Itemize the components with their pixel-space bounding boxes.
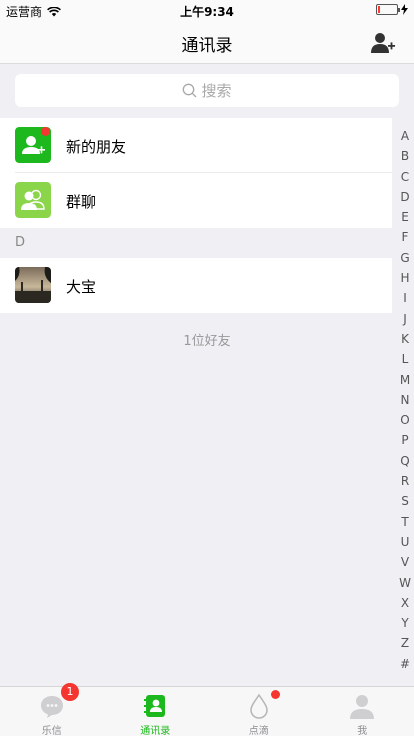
person-icon <box>350 695 375 719</box>
add-user-icon[interactable] <box>370 31 396 55</box>
search-input[interactable]: 搜索 <box>15 74 399 107</box>
index-letter[interactable]: P <box>398 430 412 450</box>
status-bar: 运营商 上午9:34 <box>0 0 414 20</box>
index-letter[interactable]: U <box>398 532 412 552</box>
index-letter[interactable]: F <box>398 227 412 247</box>
index-letter[interactable]: A <box>398 126 412 146</box>
tab-messages-label: 乐信 <box>41 726 62 736</box>
index-letter[interactable]: K <box>398 329 412 349</box>
new-friend-dot <box>41 127 50 136</box>
friend-count: 1位好友 <box>183 334 231 349</box>
index-letter[interactable]: Q <box>398 451 412 471</box>
status-time: 上午9:34 <box>180 5 234 19</box>
index-letter[interactable]: N <box>398 390 412 410</box>
tab-contacts-label: 通讯录 <box>140 726 171 736</box>
index-letter[interactable]: G <box>398 248 412 268</box>
tab-messages[interactable]: 1 乐信 <box>0 683 104 736</box>
page-title: 通讯录 <box>181 36 233 56</box>
search-area: 搜索 <box>0 65 414 118</box>
droplet-icon <box>249 693 268 719</box>
status-right <box>376 4 408 15</box>
index-letter[interactable]: T <box>398 512 412 532</box>
index-letter[interactable]: W <box>398 573 412 593</box>
index-letter[interactable]: I <box>398 288 412 308</box>
index-letter[interactable]: V <box>398 552 412 572</box>
tab-me[interactable]: 我 <box>311 687 414 736</box>
index-letter[interactable]: M <box>398 370 412 390</box>
new-friends-row[interactable]: 新的朋友 <box>0 118 392 173</box>
battery-level <box>378 6 380 13</box>
index-letter[interactable]: D <box>398 187 412 207</box>
contact-list: 新的朋友 群聊 D 大宝 <box>0 118 392 313</box>
index-letter[interactable]: J <box>398 309 412 329</box>
contacts-book-icon <box>144 695 166 717</box>
index-letter[interactable]: L <box>398 349 412 369</box>
tab-moments[interactable]: 点滴 <box>207 687 311 736</box>
index-letter[interactable]: Y <box>398 613 412 633</box>
index-letter[interactable]: O <box>398 410 412 430</box>
index-letter[interactable]: # <box>398 654 412 674</box>
tab-bar: 1 乐信 通讯录 点滴 我 <box>0 683 414 736</box>
index-letter[interactable]: X <box>398 593 412 613</box>
nav-bar: 通讯录 <box>0 20 414 64</box>
contact-name: 大宝 <box>66 278 97 296</box>
tab-me-label: 我 <box>357 726 368 736</box>
search-placeholder: 搜索 <box>201 82 232 100</box>
unread-badge: 1 <box>61 683 79 701</box>
new-friends-label: 新的朋友 <box>66 138 127 156</box>
group-chat-row[interactable]: 群聊 <box>0 173 392 228</box>
index-letter[interactable]: H <box>398 268 412 288</box>
tab-contacts[interactable]: 通讯录 <box>104 687 280 736</box>
battery-icon <box>376 4 400 15</box>
index-letter[interactable]: S <box>398 491 412 511</box>
group-chat-icon <box>15 182 51 218</box>
charging-bolt-icon <box>401 4 408 15</box>
index-letter[interactable]: C <box>398 167 412 187</box>
index-letter[interactable]: Z <box>398 633 412 653</box>
index-letter[interactable]: E <box>398 207 412 227</box>
group-chat-label: 群聊 <box>66 193 97 211</box>
index-letter[interactable]: R <box>398 471 412 491</box>
index-letter[interactable]: B <box>398 146 412 166</box>
alphabet-index[interactable]: A B C D E F G H I J K L M N O P Q R S T U V W X Y Z # <box>398 126 412 674</box>
tab-moments-label: 点滴 <box>248 726 269 736</box>
search-icon <box>183 83 197 98</box>
contact-row[interactable]: 大宝 <box>0 258 392 313</box>
section-header-d: D <box>0 228 392 258</box>
chat-bubble-icon <box>40 696 63 718</box>
contact-avatar <box>15 267 51 303</box>
